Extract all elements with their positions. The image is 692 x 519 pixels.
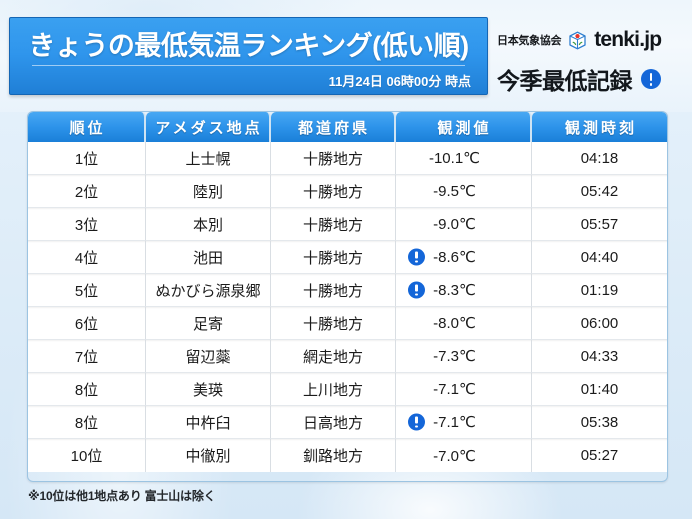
observation-timestamp: 11月24日 06時00分 時点 bbox=[328, 74, 471, 89]
table-row: 6位 足寄 十勝地方 -8.0℃ 06:00 bbox=[28, 307, 667, 340]
cell-observed-time: 06:00 bbox=[532, 307, 667, 340]
observed-value-text: -7.3℃ bbox=[433, 348, 476, 365]
cell-observed-value: -7.1℃ bbox=[396, 406, 532, 439]
observed-value-text: -8.6℃ bbox=[433, 249, 476, 266]
observed-value-text: -9.0℃ bbox=[433, 216, 476, 233]
title-divider bbox=[32, 65, 465, 66]
cell-station: ぬかびら源泉郷 bbox=[146, 274, 271, 307]
cell-prefecture: 十勝地方 bbox=[271, 208, 396, 241]
cell-observed-time: 05:57 bbox=[532, 208, 667, 241]
cell-station: 上士幌 bbox=[146, 142, 271, 175]
page-root: きょうの最低気温ランキング(低い順) 11月24日 06時00分 時点 日本気象… bbox=[0, 0, 692, 519]
ranking-table: 順位 アメダス地点 都道府県 観測値 観測時刻 1位 上士幌 十勝地方 -10.1℃ 04:18… bbox=[28, 112, 667, 472]
cell-prefecture: 十勝地方 bbox=[271, 241, 396, 274]
brand-wordmark: tenki.jp bbox=[594, 28, 662, 51]
cell-station: 陸別 bbox=[146, 175, 271, 208]
cell-station: 池田 bbox=[146, 241, 271, 274]
column-header-4: 観測時刻 bbox=[532, 112, 667, 142]
blue-exclamation-icon bbox=[408, 281, 425, 299]
table-row: 4位 池田 十勝地方 -8.6℃ 04:40 bbox=[28, 241, 667, 274]
table-row: 5位 ぬかびら源泉郷 十勝地方 -8.3℃ 01:19 bbox=[28, 274, 667, 307]
cell-rank: 8位 bbox=[28, 373, 146, 406]
cell-observed-time: 01:19 bbox=[532, 274, 667, 307]
cell-station: 美瑛 bbox=[146, 373, 271, 406]
observed-value-text: -8.0℃ bbox=[433, 315, 476, 332]
cell-observed-time: 04:40 bbox=[532, 241, 667, 274]
cell-rank: 2位 bbox=[28, 175, 146, 208]
cell-rank: 10位 bbox=[28, 439, 146, 472]
cell-observed-value: -7.0℃ bbox=[396, 439, 532, 472]
observed-value-text: -10.1℃ bbox=[428, 150, 481, 167]
cell-prefecture: 網走地方 bbox=[271, 340, 396, 373]
season-record-legend: 今季最低記録 bbox=[497, 62, 661, 96]
cell-rank: 8位 bbox=[28, 406, 146, 439]
cell-observed-time: 04:33 bbox=[532, 340, 667, 373]
table-row: 7位 留辺蘂 網走地方 -7.3℃ 04:33 bbox=[28, 340, 667, 373]
cell-rank: 7位 bbox=[28, 340, 146, 373]
cell-rank: 5位 bbox=[28, 274, 146, 307]
blue-exclamation-icon bbox=[408, 413, 425, 431]
cell-prefecture: 十勝地方 bbox=[271, 274, 396, 307]
table-row: 1位 上士幌 十勝地方 -10.1℃ 04:18 bbox=[28, 142, 667, 175]
footnote: ※10位は他1地点あり 富士山は除く bbox=[28, 489, 216, 503]
cell-observed-value: -8.6℃ bbox=[396, 241, 532, 274]
cell-prefecture: 十勝地方 bbox=[271, 307, 396, 340]
cell-observed-time: 05:42 bbox=[532, 175, 667, 208]
observed-value-text: -7.1℃ bbox=[433, 381, 476, 398]
column-header-2: 都道府県 bbox=[271, 112, 396, 142]
cell-observed-value: -7.3℃ bbox=[396, 340, 532, 373]
tenki-cube-logo-icon bbox=[568, 31, 587, 50]
cell-station: 中杵臼 bbox=[146, 406, 271, 439]
cell-rank: 4位 bbox=[28, 241, 146, 274]
column-header-0: 順位 bbox=[28, 112, 146, 142]
cell-prefecture: 日高地方 bbox=[271, 406, 396, 439]
cell-station: 本別 bbox=[146, 208, 271, 241]
table-header-row: 順位 アメダス地点 都道府県 観測値 観測時刻 bbox=[28, 112, 667, 142]
column-header-1: アメダス地点 bbox=[146, 112, 271, 142]
cell-station: 中徹別 bbox=[146, 439, 271, 472]
observed-value-text: -9.5℃ bbox=[433, 183, 476, 200]
table-row: 3位 本別 十勝地方 -9.0℃ 05:57 bbox=[28, 208, 667, 241]
brand-block: 日本気象協会 tenki.jp bbox=[497, 28, 662, 52]
cell-observed-value: -9.5℃ bbox=[396, 175, 532, 208]
cell-observed-value: -8.3℃ bbox=[396, 274, 532, 307]
blue-exclamation-icon bbox=[408, 248, 425, 266]
cell-prefecture: 上川地方 bbox=[271, 373, 396, 406]
cell-observed-time: 05:27 bbox=[532, 439, 667, 472]
page-title: きょうの最低気温ランキング(低い順) bbox=[28, 31, 469, 61]
cell-observed-time: 05:38 bbox=[532, 406, 667, 439]
cell-rank: 1位 bbox=[28, 142, 146, 175]
page-header: きょうの最低気温ランキング(低い順) 11月24日 06時00分 時点 日本気象… bbox=[0, 0, 692, 108]
cell-observed-value: -7.1℃ bbox=[396, 373, 532, 406]
cell-observed-value: -8.0℃ bbox=[396, 307, 532, 340]
blue-exclamation-icon bbox=[641, 69, 661, 89]
cell-station: 足寄 bbox=[146, 307, 271, 340]
cell-observed-value: -9.0℃ bbox=[396, 208, 532, 241]
association-name: 日本気象協会 bbox=[497, 35, 562, 47]
cell-observed-time: 04:18 bbox=[532, 142, 667, 175]
cell-rank: 3位 bbox=[28, 208, 146, 241]
cell-station: 留辺蘂 bbox=[146, 340, 271, 373]
title-banner: きょうの最低気温ランキング(低い順) 11月24日 06時00分 時点 bbox=[9, 17, 488, 95]
cell-prefecture: 十勝地方 bbox=[271, 142, 396, 175]
cell-rank: 6位 bbox=[28, 307, 146, 340]
observed-value-text: -7.0℃ bbox=[433, 447, 476, 465]
season-record-label: 今季最低記録 bbox=[497, 68, 633, 94]
cell-observed-time: 01:40 bbox=[532, 373, 667, 406]
observed-value-text: -7.1℃ bbox=[433, 414, 476, 431]
cell-prefecture: 十勝地方 bbox=[271, 175, 396, 208]
table-body: 1位 上士幌 十勝地方 -10.1℃ 04:18 2位 陸別 十勝地方 -9.5℃ 05:42 3位… bbox=[28, 142, 667, 472]
table-row: 2位 陸別 十勝地方 -9.5℃ 05:42 bbox=[28, 175, 667, 208]
cell-prefecture: 釧路地方 bbox=[271, 439, 396, 472]
table-row: 8位 美瑛 上川地方 -7.1℃ 01:40 bbox=[28, 373, 667, 406]
column-header-3: 観測値 bbox=[396, 112, 532, 142]
cell-observed-value: -10.1℃ bbox=[396, 142, 532, 175]
observed-value-text: -8.3℃ bbox=[433, 282, 476, 299]
table-row: 10位 中徹別 釧路地方 -7.0℃ 05:27 bbox=[28, 439, 667, 472]
ranking-table-wrap: 順位 アメダス地点 都道府県 観測値 観測時刻 1位 上士幌 十勝地方 -10.1℃ 04:18… bbox=[28, 112, 667, 472]
table-row: 8位 中杵臼 日高地方 -7.1℃ 05:38 bbox=[28, 406, 667, 439]
